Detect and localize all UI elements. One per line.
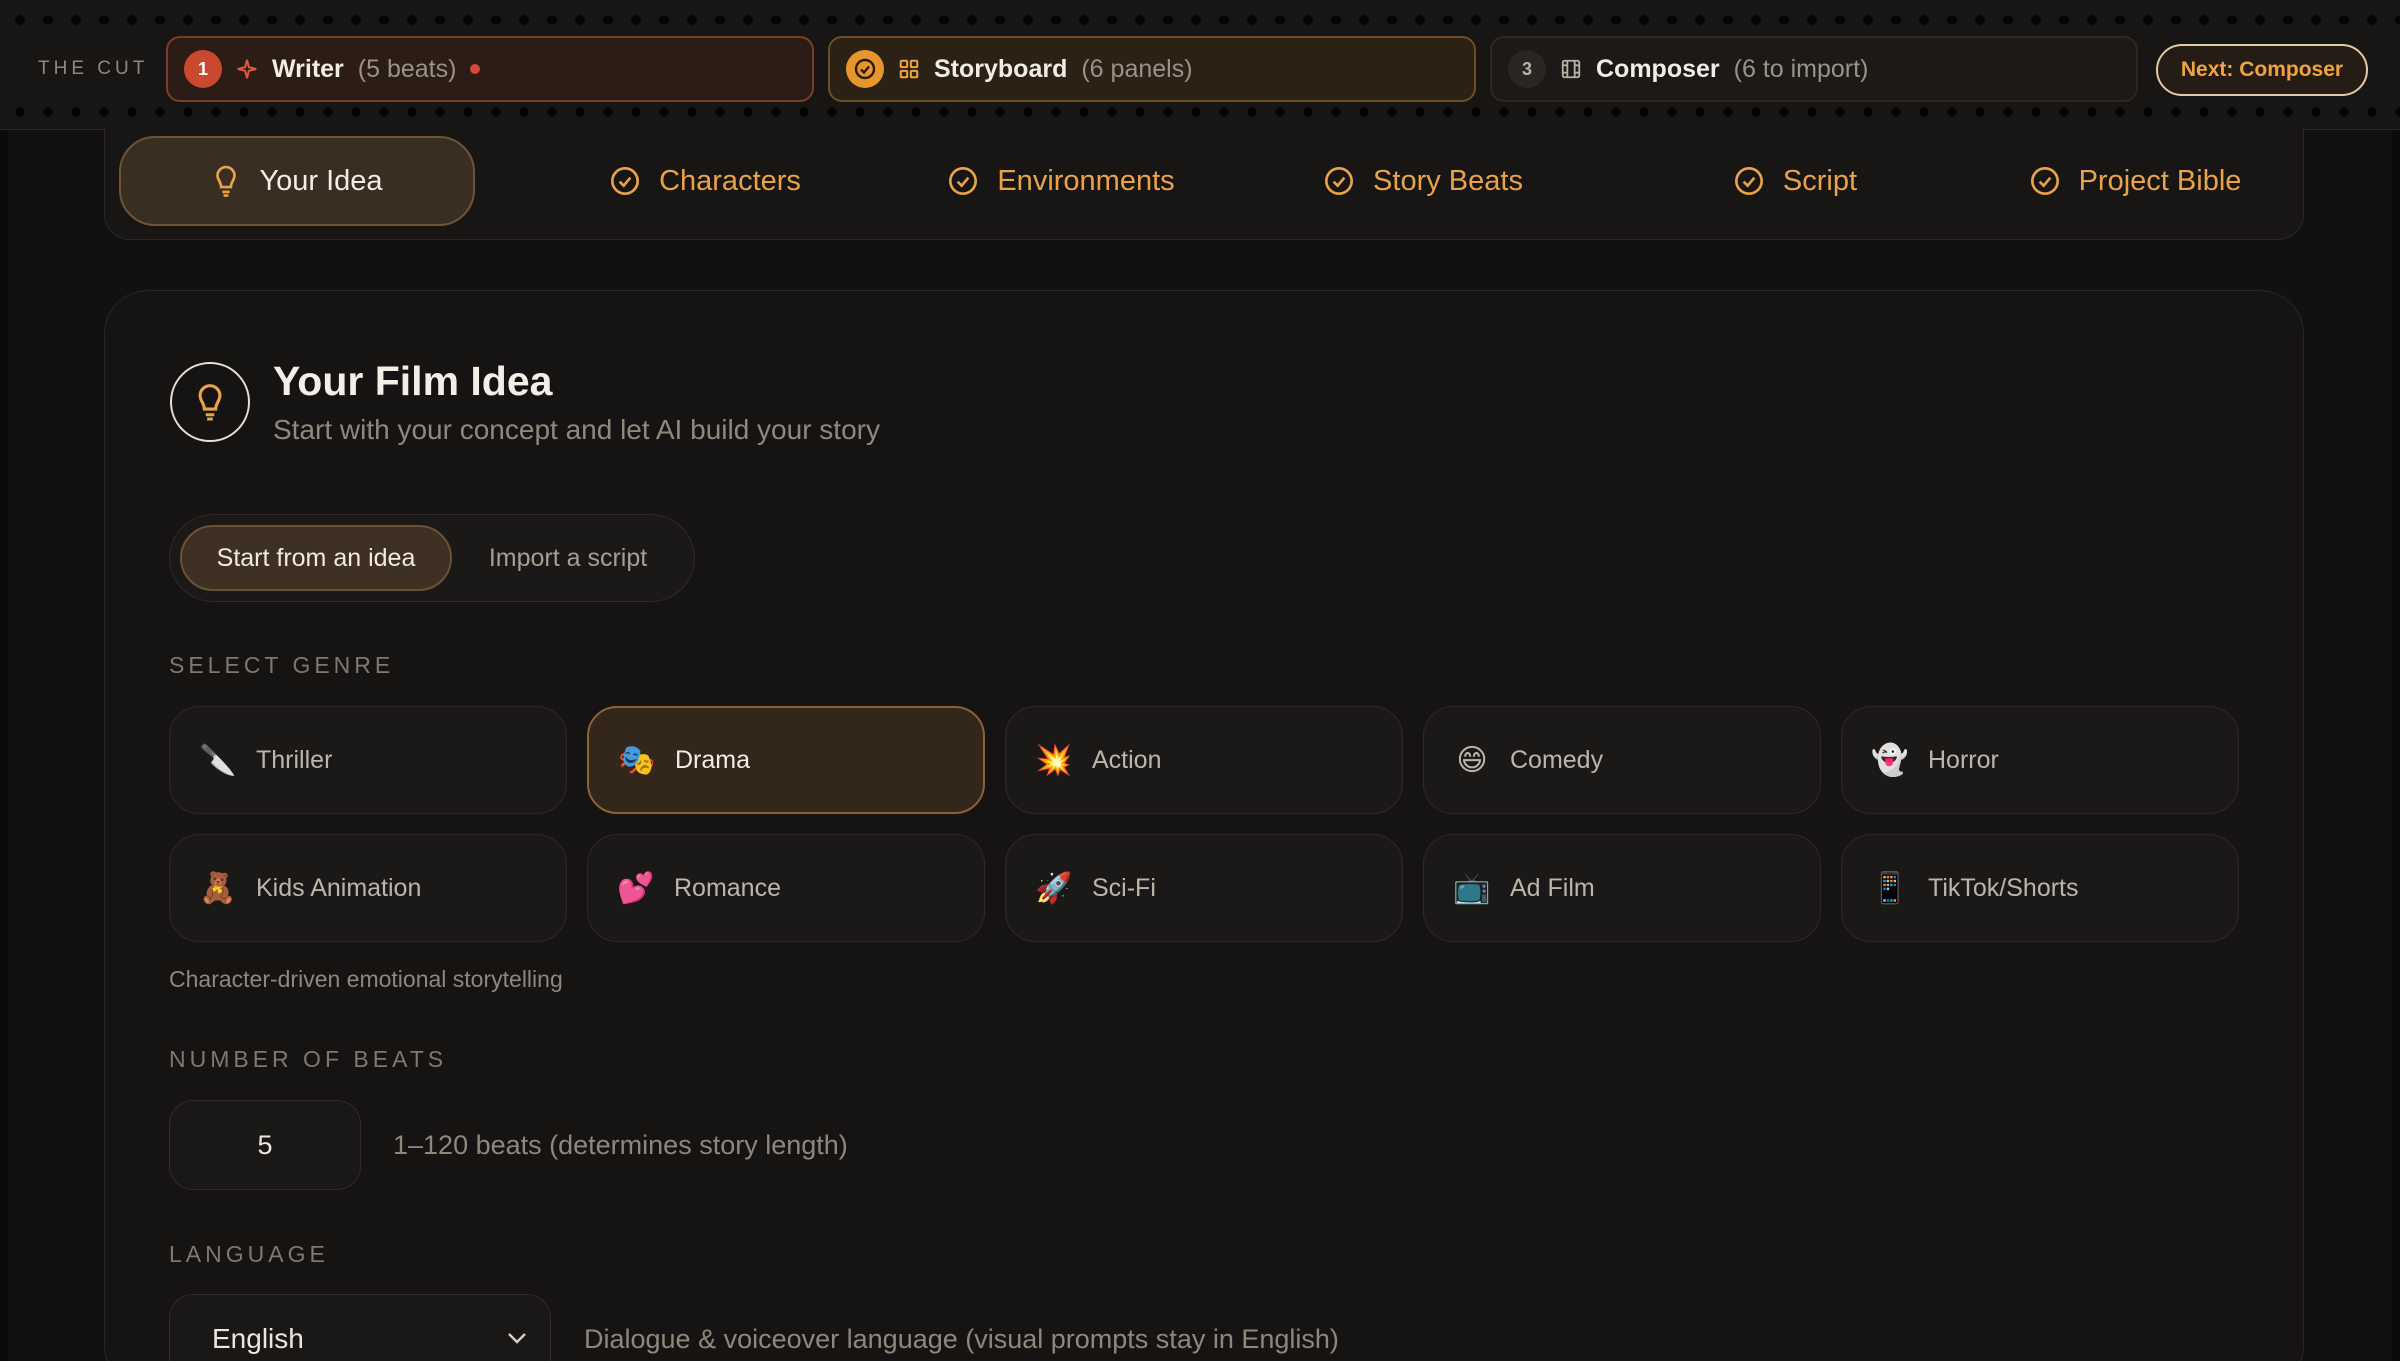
teddy-bear-icon: 🧸 [199, 870, 237, 906]
app-brand: THE CUT [38, 58, 149, 79]
pipeline-bar: THE CUT 1 Writer (5 beats) Storyboard (6… [0, 0, 2400, 130]
genre-label: TikTok/Shorts [1928, 873, 2079, 902]
import-script-button[interactable]: Import a script [458, 525, 678, 591]
step-storyboard[interactable]: Storyboard (6 panels) [828, 36, 1476, 102]
genre-label: Sci-Fi [1092, 873, 1156, 902]
explosion-icon: 💥 [1035, 742, 1073, 778]
page-subtitle: Start with your concept and let AI build… [273, 414, 880, 445]
language-hint: Dialogue & voiceover language (visual pr… [584, 1324, 1339, 1354]
beats-hint: 1–120 beats (determines story length) [393, 1130, 848, 1160]
tab-story-beats[interactable]: Story Beats [1263, 136, 1583, 226]
sparkle-icon [237, 59, 257, 79]
genre-horror[interactable]: 👻 Horror [1841, 706, 2239, 814]
right-edge-shade [2392, 130, 2400, 1361]
page-title: Your Film Idea [273, 358, 553, 404]
beats-number-input[interactable]: 5 [169, 1100, 361, 1190]
tab-label: Characters [659, 164, 801, 197]
film-icon [1561, 59, 1581, 79]
check-circle-icon [846, 50, 884, 88]
tab-environments[interactable]: Environments [891, 136, 1231, 226]
next-composer-button[interactable]: Next: Composer [2156, 44, 2368, 96]
writer-subtabs: Your Idea Characters Environments Story … [104, 128, 2304, 240]
knife-icon: 🔪 [199, 742, 237, 778]
tab-label: Environments [997, 164, 1175, 197]
genre-action[interactable]: 💥 Action [1005, 706, 1403, 814]
genre-label: Thriller [256, 745, 333, 774]
tab-label: Story Beats [1373, 164, 1523, 197]
step-count: (6 to import) [1733, 54, 1869, 83]
step-label: Composer [1596, 54, 1720, 83]
film-perforations-top [0, 14, 2400, 26]
genre-kids-animation[interactable]: 🧸 Kids Animation [169, 834, 567, 942]
smile-icon: 😄 [1456, 742, 1488, 778]
start-from-idea-button[interactable]: Start from an idea [180, 525, 452, 591]
ghost-icon: 👻 [1871, 742, 1909, 778]
chevron-down-icon [508, 1333, 526, 1344]
genre-label: Comedy [1510, 745, 1604, 774]
lightbulb-icon [216, 165, 237, 197]
genre-tiktok-shorts[interactable]: 📱 TikTok/Shorts [1841, 834, 2239, 942]
film-perforations-bottom [0, 106, 2400, 118]
tab-characters[interactable]: Characters [545, 136, 865, 226]
hearts-icon: 💕 [617, 870, 655, 906]
lightbulb-icon [170, 362, 250, 442]
step-label: Storyboard [934, 54, 1068, 83]
genre-label: Romance [674, 873, 781, 902]
step-count: (5 beats) [357, 54, 457, 83]
tab-script[interactable]: Script [1675, 136, 1915, 226]
genre-label: Ad Film [1510, 873, 1595, 902]
genre-comedy[interactable]: 😄 Comedy [1423, 706, 1821, 814]
language-select[interactable]: English [169, 1294, 551, 1361]
left-edge-shade [0, 130, 8, 1361]
genre-sci-fi[interactable]: 🚀 Sci-Fi [1005, 834, 1403, 942]
check-circle-icon [2030, 167, 2059, 195]
tv-icon: 📺 [1453, 870, 1491, 906]
genre-label: Action [1092, 745, 1162, 774]
source-mode-toggle: Start from an idea Import a script [169, 514, 695, 602]
genre-description: Character-driven emotional storytelling [169, 966, 563, 992]
genre-romance[interactable]: 💕 Romance [587, 834, 985, 942]
film-idea-card [104, 290, 2304, 1361]
check-circle-icon [611, 167, 640, 195]
beats-section-label: NUMBER OF BEATS [169, 1046, 448, 1072]
step-label: Writer [272, 54, 344, 83]
step-writer[interactable]: 1 Writer (5 beats) [166, 36, 814, 102]
check-circle-icon [949, 167, 978, 195]
unsaved-dot [470, 64, 481, 74]
genre-label: Horror [1928, 745, 1999, 774]
rocket-icon: 🚀 [1035, 870, 1073, 906]
tab-your-idea[interactable]: Your Idea [119, 136, 475, 226]
genre-section-label: SELECT GENRE [169, 652, 395, 678]
language-section-label: LANGUAGE [169, 1241, 329, 1267]
check-circle-icon [1734, 167, 1763, 195]
step-number: 3 [1508, 50, 1546, 88]
genre-label: Kids Animation [256, 873, 422, 902]
genre-ad-film[interactable]: 📺 Ad Film [1423, 834, 1821, 942]
genre-thriller[interactable]: 🔪 Thriller [169, 706, 567, 814]
theater-masks-icon: 🎭 [618, 742, 656, 778]
phone-icon: 📱 [1871, 870, 1909, 906]
genre-label: Drama [675, 745, 751, 774]
language-value: English [212, 1323, 304, 1354]
step-composer[interactable]: 3 Composer (6 to import) [1490, 36, 2138, 102]
tab-label: Project Bible [2078, 164, 2242, 197]
tab-label: Your Idea [259, 164, 383, 197]
check-circle-icon [1325, 167, 1354, 195]
step-number: 1 [184, 50, 222, 88]
tab-label: Script [1782, 164, 1858, 197]
grid-icon [899, 59, 919, 79]
step-count: (6 panels) [1081, 54, 1193, 83]
genre-drama[interactable]: 🎭 Drama [587, 706, 985, 814]
tab-project-bible[interactable]: Project Bible [1985, 136, 2285, 226]
